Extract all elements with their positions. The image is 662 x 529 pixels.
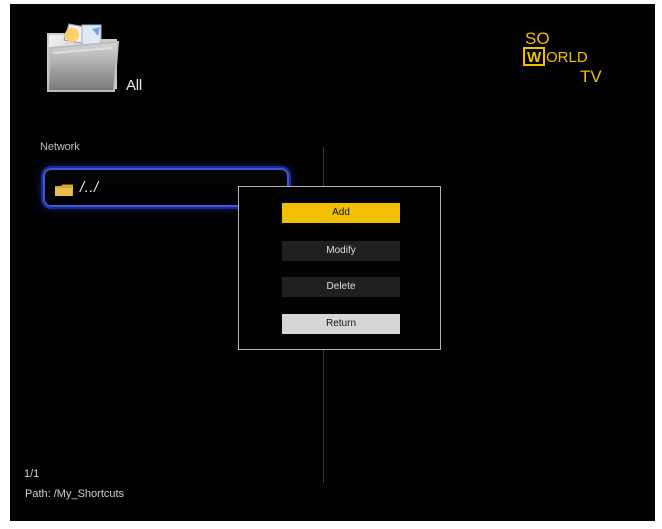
category-label: All [126, 77, 143, 94]
logo-line2: ORLD [546, 49, 588, 66]
section-title: Network [40, 141, 80, 153]
list-item-label: /../ [80, 179, 99, 196]
tv-screen: All SO W ORLD TV Network /../ Add Modify… [10, 4, 655, 521]
logo-line3: TV [580, 67, 602, 86]
category-folder-icon [46, 23, 120, 92]
return-button[interactable]: Return [282, 314, 400, 334]
add-button[interactable]: Add [282, 203, 400, 223]
folder-icon [55, 184, 73, 196]
so-world-tv-logo: SO W ORLD TV [523, 29, 602, 86]
delete-button[interactable]: Delete [282, 277, 400, 297]
logo-badge-letter: W [527, 49, 542, 66]
path-label: Path: /My_Shortcuts [25, 488, 125, 500]
modify-button[interactable]: Modify [282, 241, 400, 261]
page-indicator: 1/1 [24, 468, 40, 480]
logo-line1: SO [525, 29, 550, 48]
context-menu-dialog: Add Modify Delete Return [238, 186, 441, 350]
